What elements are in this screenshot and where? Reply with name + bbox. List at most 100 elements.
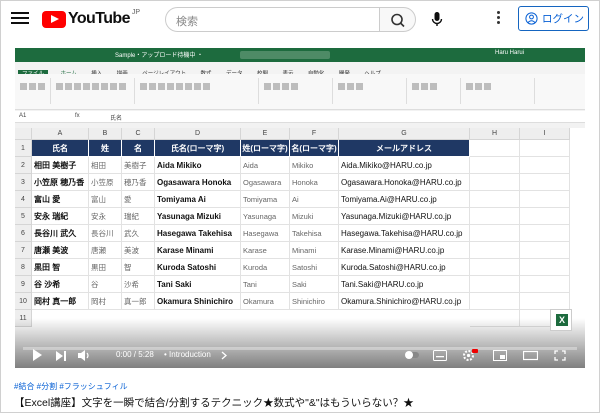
table-cell: Aida: [241, 157, 290, 174]
table-cell: 谷 沙希: [32, 276, 89, 293]
excel-window-title: Sample・アップロード待機中 ・: [115, 53, 204, 59]
table-cell: Satoshi: [290, 259, 339, 276]
empty-cell: [470, 174, 520, 191]
table-header-cell: 名: [122, 140, 155, 157]
account-icon: [525, 12, 538, 25]
ribbon-group-alignment: [139, 78, 259, 104]
login-button[interactable]: ログイン: [518, 6, 589, 31]
empty-cell: [520, 157, 570, 174]
table-cell: Okamura Shinichiro: [155, 293, 241, 310]
table-cell: 沙希: [122, 276, 155, 293]
table-cell: 瑞紀: [122, 208, 155, 225]
empty-cell: [470, 293, 520, 310]
video-player[interactable]: Sample・アップロード待機中 ・ Haru Harui ファイル ホーム 挿…: [15, 48, 585, 368]
ribbon-group-number: [263, 78, 333, 104]
ribbon-group-cells: [411, 78, 461, 104]
table-cell: Karase: [241, 242, 290, 259]
ribbon-group-font: [55, 78, 135, 104]
row-header: 8: [15, 259, 32, 276]
column-header: B: [89, 128, 122, 140]
subtitles-icon[interactable]: [433, 350, 447, 361]
empty-cell: [470, 276, 520, 293]
table-cell: 安永: [89, 208, 122, 225]
fx-icon: fx: [75, 113, 80, 119]
settings-dots-icon[interactable]: [493, 10, 503, 28]
row-header: 1: [15, 140, 32, 157]
table-cell: 唐瀬 美波: [32, 242, 89, 259]
table-cell: Ogasawara Honoka: [155, 174, 241, 191]
table-cell: Hasegawa.Takehisa@HARU.co.jp: [339, 225, 470, 242]
table-cell: Mizuki: [290, 208, 339, 225]
empty-cell: [520, 225, 570, 242]
empty-cell: [520, 174, 570, 191]
table-header-cell: 姓: [89, 140, 122, 157]
table-cell: Ogasawara: [241, 174, 290, 191]
play-icon[interactable]: [33, 349, 42, 361]
table-cell: 真一郎: [122, 293, 155, 310]
empty-cell: [520, 259, 570, 276]
table-cell: Hasegawa: [241, 225, 290, 242]
table-cell: Honoka: [290, 174, 339, 191]
table-cell: Aida.Mikiko@HARU.co.jp: [339, 157, 470, 174]
empty-cell: [470, 208, 520, 225]
row-header: 2: [15, 157, 32, 174]
row-header: 4: [15, 191, 32, 208]
next-icon[interactable]: [55, 350, 67, 362]
volume-icon[interactable]: [77, 349, 91, 362]
youtube-logo[interactable]: YouTube JP: [42, 8, 141, 28]
table-cell: Tani Saki: [155, 276, 241, 293]
table-cell: 武久: [122, 225, 155, 242]
youtube-header: YouTube JP 検索 ログイン: [1, 1, 600, 37]
column-header: H: [470, 128, 520, 140]
column-header: F: [290, 128, 339, 140]
table-header-cell: 氏名(ローマ字): [155, 140, 241, 157]
empty-cell: [470, 157, 520, 174]
table-cell: Shinichiro: [290, 293, 339, 310]
table-cell: Minami: [290, 242, 339, 259]
table-cell: Hasegawa Takehisa: [155, 225, 241, 242]
hashtags[interactable]: #結合 #分割 #フラッシュフィル: [14, 381, 128, 392]
empty-cell: [470, 225, 520, 242]
chapter-label[interactable]: • Introduction: [164, 350, 211, 359]
fullscreen-icon[interactable]: [554, 350, 566, 361]
voice-search-button[interactable]: [426, 8, 448, 30]
table-cell: 長谷川 武久: [32, 225, 89, 242]
table-cell: Okamura.Shinichiro@HARU.co.jp: [339, 293, 470, 310]
empty-cell: [520, 140, 570, 157]
search-input[interactable]: 検索: [165, 7, 380, 32]
table-cell: 安永 瑞紀: [32, 208, 89, 225]
table-cell: 岡村 真一郎: [32, 293, 89, 310]
autoplay-toggle-icon[interactable]: [404, 350, 420, 360]
formula-value: 氏名: [110, 116, 123, 122]
table-cell: Okamura: [241, 293, 290, 310]
logo-text: YouTube: [68, 10, 130, 27]
ribbon-group-clipboard: [19, 78, 51, 104]
empty-cell: [470, 140, 520, 157]
table-cell: 唐瀬: [89, 242, 122, 259]
table-cell: 谷: [89, 276, 122, 293]
table-cell: 相田: [89, 157, 122, 174]
hamburger-menu-icon[interactable]: [11, 10, 29, 28]
theater-mode-icon[interactable]: [523, 350, 538, 361]
settings-gear-icon[interactable]: [462, 349, 478, 362]
table-header-cell: 名(ローマ字): [290, 140, 339, 157]
row-header: 5: [15, 208, 32, 225]
table-cell: Karase.Minami@HARU.co.jp: [339, 242, 470, 259]
logo-region: JP: [131, 8, 141, 16]
table-cell: Takehisa: [290, 225, 339, 242]
excel-ribbon: [15, 74, 585, 110]
search-button[interactable]: [379, 7, 416, 32]
chevron-right-icon[interactable]: [221, 351, 227, 360]
table-cell: Yasunaga.Mizuki@HARU.co.jp: [339, 208, 470, 225]
empty-cell: [470, 242, 520, 259]
table-cell: Tomiyama Ai: [155, 191, 241, 208]
miniplayer-icon[interactable]: [493, 350, 507, 361]
login-label: ログイン: [542, 13, 584, 25]
row-header: 3: [15, 174, 32, 191]
table-cell: 小笠原 穂乃香: [32, 174, 89, 191]
table-cell: Tomiyama.Ai@HARU.co.jp: [339, 191, 470, 208]
table-header-cell: 姓(ローマ字): [241, 140, 290, 157]
column-header: G: [339, 128, 470, 140]
excel-formula-bar: A1 fx 氏名: [15, 111, 585, 123]
column-header: D: [155, 128, 241, 140]
